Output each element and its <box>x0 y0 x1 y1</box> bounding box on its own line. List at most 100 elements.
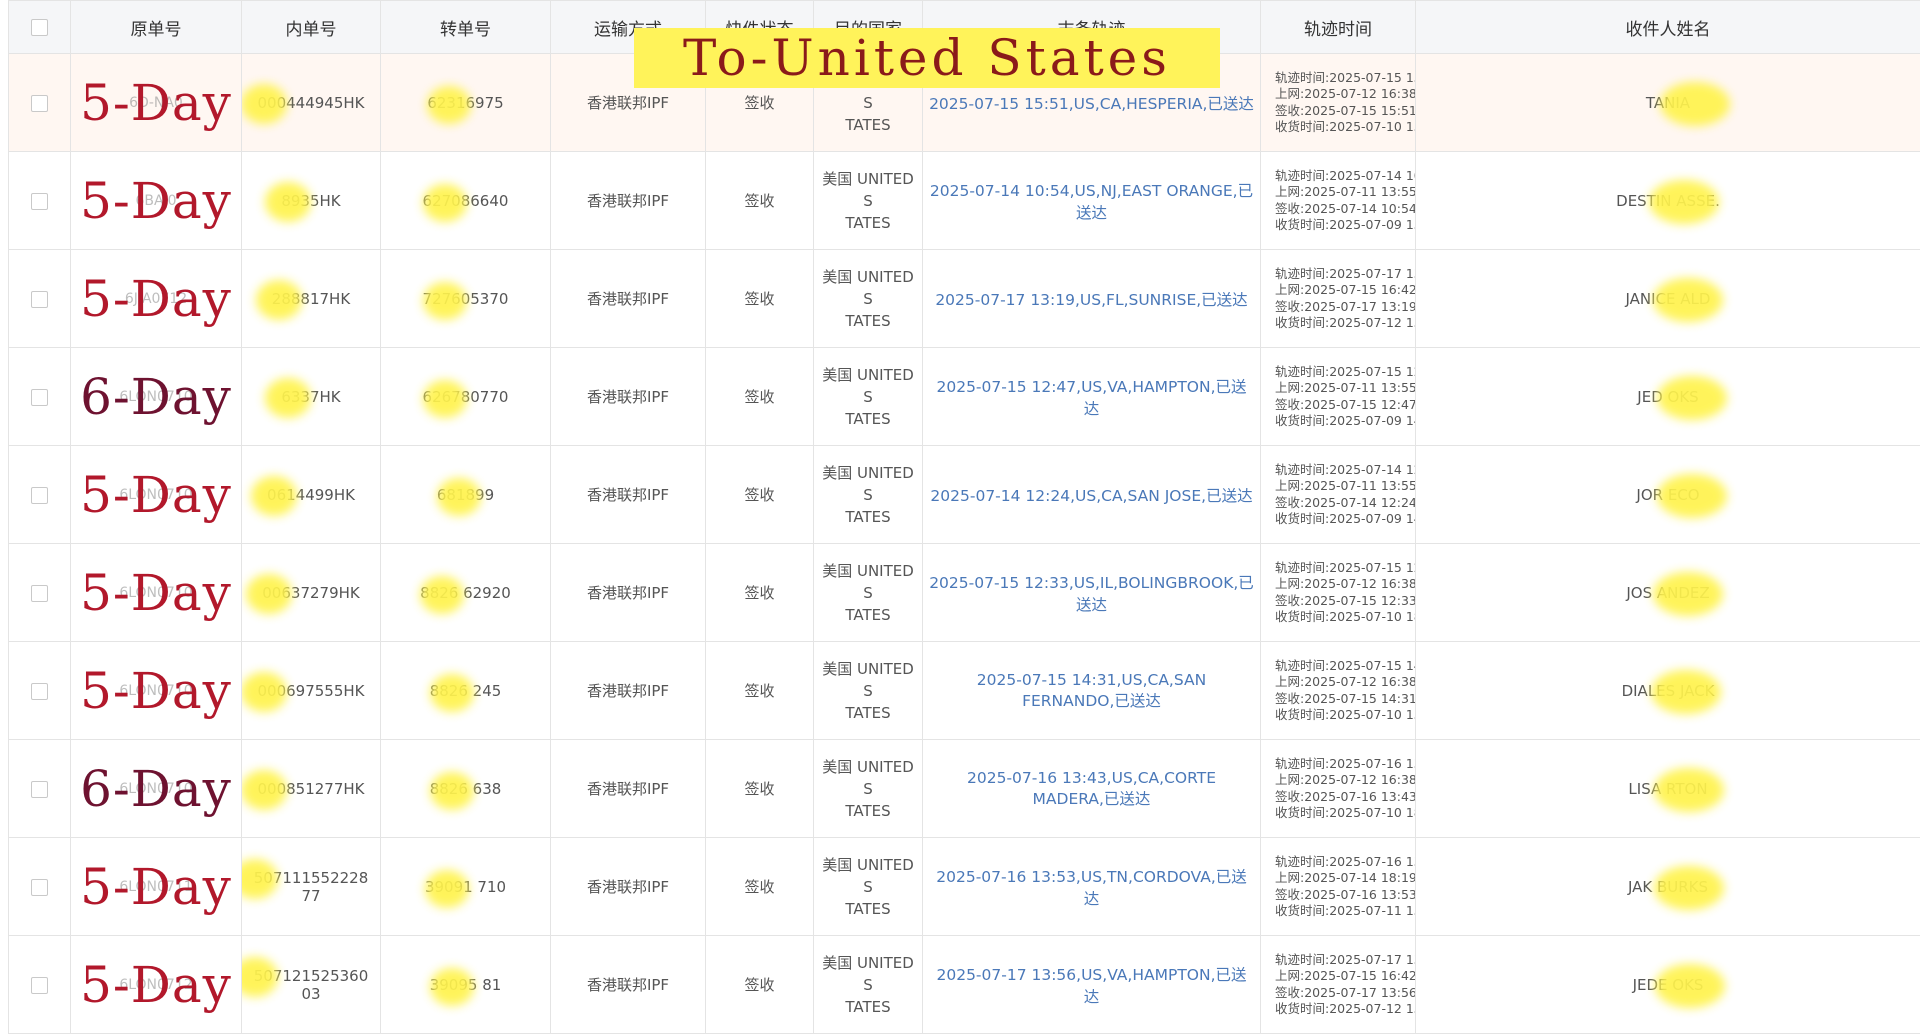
row-select-cell[interactable] <box>9 936 71 1034</box>
last-track-cell[interactable]: 2025-07-16 13:43,US,CA,CORTE MADERA,已送达 <box>923 740 1261 838</box>
last-track-link[interactable]: 2025-07-16 13:43,US,CA,CORTE MADERA,已送达 <box>967 769 1216 808</box>
row-select-cell[interactable] <box>9 250 71 348</box>
table-row[interactable]: 6LON0710 6-Day 000851277HK 8826 638 香港联邦… <box>9 740 1920 838</box>
row-checkbox[interactable] <box>31 879 48 896</box>
row-select-cell[interactable] <box>9 642 71 740</box>
header-select-all[interactable] <box>9 1 71 54</box>
delivery-days-label: 5-Day <box>80 858 232 916</box>
track-time-cell: 轨迹时间:2025-07-15 12:47 上网:2025-07-11 13:5… <box>1261 348 1416 446</box>
track-time: 轨迹时间:2025-07-15 14:31 <box>1275 658 1409 675</box>
row-checkbox[interactable] <box>31 291 48 308</box>
shipping-method: 香港联邦IPF <box>551 446 706 544</box>
row-select-cell[interactable] <box>9 838 71 936</box>
inner-no-cell: 507121525360 03 <box>242 936 381 1034</box>
table-row[interactable]: 6LON0712 5-Day 507121525360 03 39095 81 … <box>9 936 1920 1034</box>
table-row[interactable]: 6LON0710 6-Day 6337HK 626780770 香港联邦IPF … <box>9 348 1920 446</box>
online-time: 上网:2025-07-15 16:42:00.0 <box>1275 968 1409 985</box>
table-row[interactable]: 6LON0710 5-Day 0614499HK 681899 香港联邦IPF … <box>9 446 1920 544</box>
row-checkbox[interactable] <box>31 487 48 504</box>
transfer-no-cell: 626780770 <box>381 348 551 446</box>
row-checkbox[interactable] <box>31 585 48 602</box>
row-checkbox[interactable] <box>31 683 48 700</box>
last-track-link[interactable]: 2025-07-15 12:33,US,IL,BOLINGBROOK,已送达 <box>929 574 1254 614</box>
express-status: 签收 <box>706 838 814 936</box>
row-select-cell[interactable] <box>9 152 71 250</box>
row-select-cell[interactable] <box>9 348 71 446</box>
online-time: 上网:2025-07-11 13:55:00.0 <box>1275 478 1409 495</box>
recipient-name-cell: TANIA <box>1416 54 1920 152</box>
last-track-link[interactable]: 2025-07-14 12:24,US,CA,SAN JOSE,已送达 <box>930 487 1252 505</box>
delivery-days-label: 5-Day <box>80 956 232 1014</box>
row-checkbox[interactable] <box>31 95 48 112</box>
delivery-days-label: 5-Day <box>80 270 232 328</box>
track-time: 轨迹时间:2025-07-14 10:54 <box>1275 168 1409 185</box>
header-track-time[interactable]: 轨迹时间 <box>1261 1 1416 54</box>
row-select-cell[interactable] <box>9 446 71 544</box>
table-row[interactable]: 6LON0710 5-Day 00637279HK 8826 62920 香港联… <box>9 544 1920 642</box>
row-checkbox[interactable] <box>31 193 48 210</box>
header-recipient[interactable]: 收件人姓名 <box>1416 1 1920 54</box>
sign-time: 签收:2025-07-14 12:24:00.0 <box>1275 495 1409 512</box>
express-status: 签收 <box>706 152 814 250</box>
receive-time: 收货时间:2025-07-12 15:25 <box>1275 1001 1409 1018</box>
last-track-link[interactable]: 2025-07-15 15:51,US,CA,HESPERIA,已送达 <box>929 95 1254 113</box>
destination-line-2: TATES <box>820 996 916 1018</box>
receive-time: 收货时间:2025-07-11 15:52 <box>1275 903 1409 920</box>
transfer-no-cell: 62316975 <box>381 54 551 152</box>
last-track-cell[interactable]: 2025-07-15 12:33,US,IL,BOLINGBROOK,已送达 <box>923 544 1261 642</box>
row-checkbox[interactable] <box>31 977 48 994</box>
destination-line-2: TATES <box>820 702 916 724</box>
online-time: 上网:2025-07-12 16:38:00.0 <box>1275 86 1409 103</box>
header-inner-no[interactable]: 内单号 <box>242 1 381 54</box>
last-track-cell[interactable]: 2025-07-17 13:56,US,VA,HAMPTON,已送达 <box>923 936 1261 1034</box>
last-track-link[interactable]: 2025-07-16 13:53,US,TN,CORDOVA,已送达 <box>936 868 1247 908</box>
last-track-cell[interactable]: 2025-07-15 12:47,US,VA,HAMPTON,已送达 <box>923 348 1261 446</box>
row-select-cell[interactable] <box>9 54 71 152</box>
delivery-days-label: 6-Day <box>80 368 232 426</box>
table-row[interactable]: 6BAI0 5-Day 8935HK 627086640 香港联邦IPF 签收 … <box>9 152 1920 250</box>
inner-no-cell: 000444945HK <box>242 54 381 152</box>
last-track-link[interactable]: 2025-07-14 10:54,US,NJ,EAST ORANGE,已送达 <box>930 182 1253 222</box>
destination-line-1: 美国 UNITED S <box>820 952 916 996</box>
row-checkbox[interactable] <box>31 781 48 798</box>
last-track-cell[interactable]: 2025-07-15 14:31,US,CA,SAN FERNANDO,已送达 <box>923 642 1261 740</box>
select-all-checkbox[interactable] <box>31 19 48 36</box>
row-checkbox[interactable] <box>31 389 48 406</box>
row-select-cell[interactable] <box>9 740 71 838</box>
express-status: 签收 <box>706 544 814 642</box>
track-time-cell: 轨迹时间:2025-07-15 15:51 上网:2025-07-12 16:3… <box>1261 54 1416 152</box>
destination-line-1: 美国 UNITED S <box>820 462 916 506</box>
shipping-method: 香港联邦IPF <box>551 544 706 642</box>
track-time-cell: 轨迹时间:2025-07-17 13:56 上网:2025-07-15 16:4… <box>1261 936 1416 1034</box>
table-row[interactable]: 6LON0711 5-Day 507111552228 77 39091 710… <box>9 838 1920 936</box>
sign-time: 签收:2025-07-15 12:33:00.0 <box>1275 593 1409 610</box>
header-original-no[interactable]: 原单号 <box>71 1 242 54</box>
online-time: 上网:2025-07-11 13:55:00.0 <box>1275 380 1409 397</box>
recipient-name-cell: LISA RTON <box>1416 740 1920 838</box>
express-status: 签收 <box>706 740 814 838</box>
table-row[interactable]: 6LON0710 5-Day 000697555HK 8826 245 香港联邦… <box>9 642 1920 740</box>
last-track-cell[interactable]: 2025-07-14 10:54,US,NJ,EAST ORANGE,已送达 <box>923 152 1261 250</box>
last-track-link[interactable]: 2025-07-17 13:19,US,FL,SUNRISE,已送达 <box>935 291 1247 309</box>
online-time: 上网:2025-07-15 16:42:00.0 <box>1275 282 1409 299</box>
sign-time: 签收:2025-07-15 12:47:00.0 <box>1275 397 1409 414</box>
online-time: 上网:2025-07-12 16:38:00.0 <box>1275 576 1409 593</box>
last-track-link[interactable]: 2025-07-15 12:47,US,VA,HAMPTON,已送达 <box>936 378 1246 418</box>
track-time: 轨迹时间:2025-07-15 12:33 <box>1275 560 1409 577</box>
last-track-link[interactable]: 2025-07-15 14:31,US,CA,SAN FERNANDO,已送达 <box>977 671 1206 710</box>
recipient-name-cell: JOR ECO <box>1416 446 1920 544</box>
track-time-cell: 轨迹时间:2025-07-17 13:19 上网:2025-07-15 16:4… <box>1261 250 1416 348</box>
last-track-cell[interactable]: 2025-07-14 12:24,US,CA,SAN JOSE,已送达 <box>923 446 1261 544</box>
track-time-cell: 轨迹时间:2025-07-16 13:53 上网:2025-07-14 18:1… <box>1261 838 1416 936</box>
last-track-cell[interactable]: 2025-07-17 13:19,US,FL,SUNRISE,已送达 <box>923 250 1261 348</box>
header-transfer-no[interactable]: 转单号 <box>381 1 551 54</box>
table-row[interactable]: 6JIA0712 5-Day 288817HK 727605370 香港联邦IP… <box>9 250 1920 348</box>
original-no-cell: 6D-NA0 5-Day <box>71 54 242 152</box>
last-track-link[interactable]: 2025-07-17 13:56,US,VA,HAMPTON,已送达 <box>936 966 1246 1006</box>
destination-line-1: 美国 UNITED S <box>820 364 916 408</box>
sign-time: 签收:2025-07-16 13:43:00.0 <box>1275 789 1409 806</box>
original-no-cell: 6LON0710 6-Day <box>71 740 242 838</box>
row-select-cell[interactable] <box>9 544 71 642</box>
inner-no-cell: 0614499HK <box>242 446 381 544</box>
last-track-cell[interactable]: 2025-07-16 13:53,US,TN,CORDOVA,已送达 <box>923 838 1261 936</box>
